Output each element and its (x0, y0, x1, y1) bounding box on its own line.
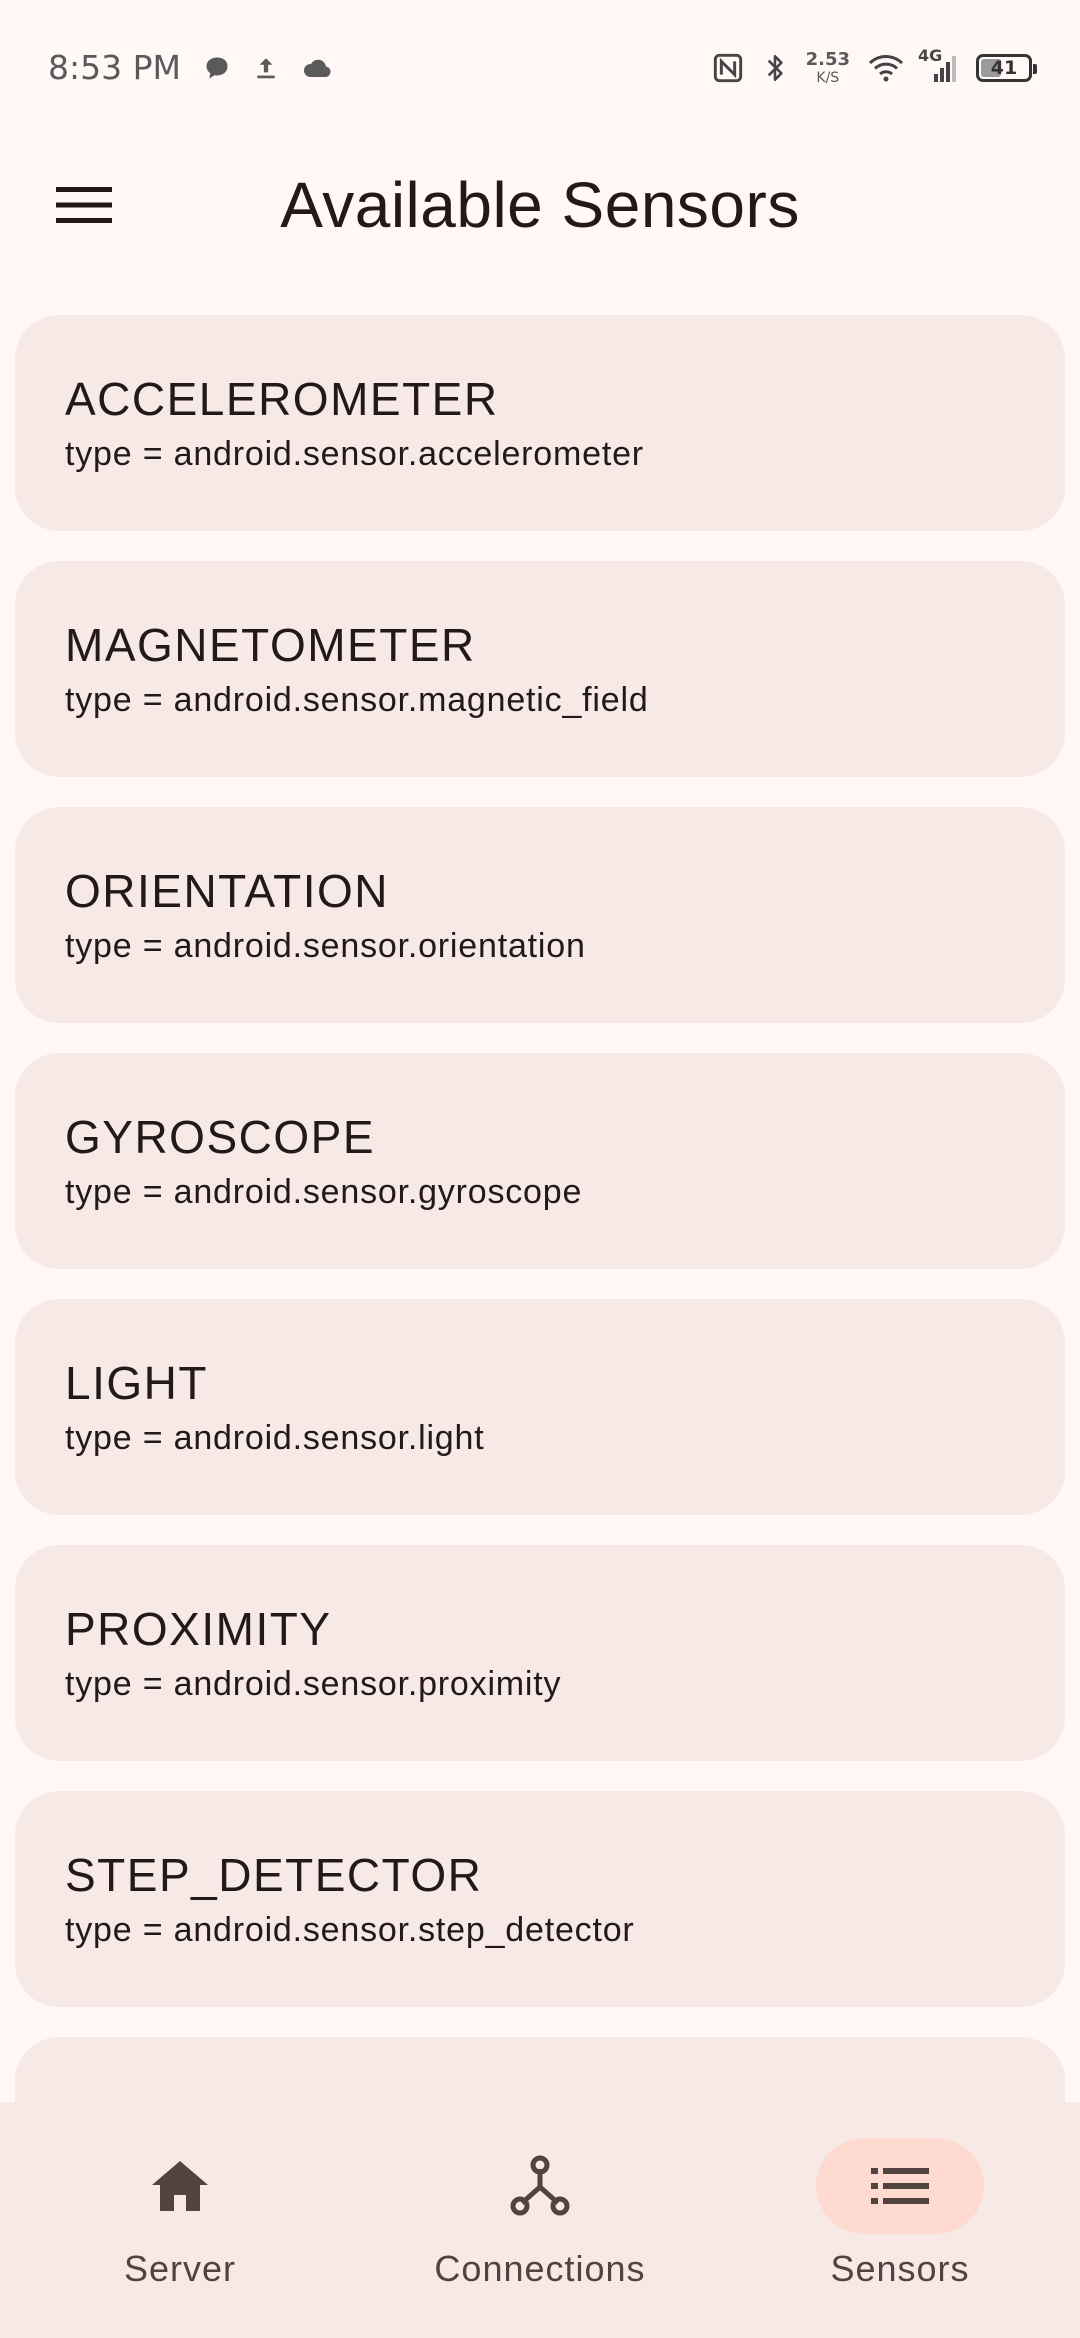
hub-icon (510, 2155, 570, 2216)
sensor-type: type = android.sensor.orientation (65, 927, 586, 966)
home-icon (152, 2161, 208, 2211)
sensor-name: LIGHT (65, 1356, 208, 1409)
bluetooth-icon (762, 51, 788, 85)
nav-item-sensors[interactable]: Sensors (720, 2102, 1080, 2338)
sensor-card-step-detector[interactable]: STEP_DETECTOR type = android.sensor.step… (15, 1791, 1065, 2007)
page-title: Available Sensors (280, 169, 800, 241)
network-speed-unit: K/S (816, 69, 840, 86)
nav-label-server: Server (123, 2248, 237, 2289)
sensor-name: ACCELEROMETER (65, 372, 499, 425)
nav-label-sensors: Sensors (830, 2248, 970, 2289)
sensor-name: ORIENTATION (65, 864, 390, 917)
nfc-icon (712, 52, 744, 84)
wifi-icon (868, 53, 904, 83)
sensor-card-orientation[interactable]: ORIENTATION type = android.sensor.orient… (15, 807, 1065, 1023)
sensor-card-magnetometer[interactable]: MAGNETOMETER type = android.sensor.magne… (15, 561, 1065, 777)
network-speed-value: 2.53 (805, 48, 850, 70)
status-bar-right: 2.53 K/S 4G 41 (712, 46, 1037, 86)
list-icon (871, 2168, 929, 2204)
nav-icon-container (456, 2138, 624, 2234)
status-bar: 8:53 PM 2.53 K/S 4G 41 (0, 0, 1080, 135)
nav-active-indicator (816, 2138, 984, 2234)
sensor-card-gyroscope[interactable]: GYROSCOPE type = android.sensor.gyroscop… (15, 1053, 1065, 1269)
network-speed: 2.53 K/S (805, 48, 850, 86)
status-time: 8:53 PM (48, 48, 181, 87)
sensor-name: MAGNETOMETER (65, 618, 476, 671)
sensor-name: STEP_DETECTOR (65, 1848, 483, 1901)
sensor-name: PROXIMITY (65, 1602, 332, 1655)
sensor-list: ACCELEROMETER type = android.sensor.acce… (15, 315, 1065, 2283)
sensor-type: type = android.sensor.light (65, 1419, 485, 1458)
upload-icon (253, 54, 279, 82)
sensor-card-proximity[interactable]: PROXIMITY type = android.sensor.proximit… (15, 1545, 1065, 1761)
battery-level: 41 (990, 56, 1018, 79)
status-bar-left: 8:53 PM (48, 48, 333, 87)
battery-icon: 41 (976, 53, 1037, 82)
nav-label-connections: Connections (434, 2248, 646, 2289)
sensor-type: type = android.sensor.proximity (65, 1665, 562, 1704)
sensor-name: GYROSCOPE (65, 1110, 376, 1163)
sensor-type: type = android.sensor.magnetic_field (65, 681, 649, 720)
network-type: 4G (918, 45, 943, 65)
bottom-navigation: Server Connections Sensors (0, 2102, 1080, 2338)
chat-bubble-icon (203, 54, 231, 82)
top-app-bar: Available Sensors (0, 135, 1080, 275)
nav-item-server[interactable]: Server (0, 2102, 360, 2338)
sensor-card-light[interactable]: LIGHT type = android.sensor.light (15, 1299, 1065, 1515)
sensor-type: type = android.sensor.step_detector (65, 1911, 635, 1950)
cloud-icon (301, 56, 333, 80)
sensor-type: type = android.sensor.accelerometer (65, 435, 644, 474)
sensor-card-accelerometer[interactable]: ACCELEROMETER type = android.sensor.acce… (15, 315, 1065, 531)
nav-icon-container (96, 2138, 264, 2234)
nav-item-connections[interactable]: Connections (360, 2102, 720, 2338)
sensor-type: type = android.sensor.gyroscope (65, 1173, 583, 1212)
signal-icon: 4G (918, 46, 958, 84)
